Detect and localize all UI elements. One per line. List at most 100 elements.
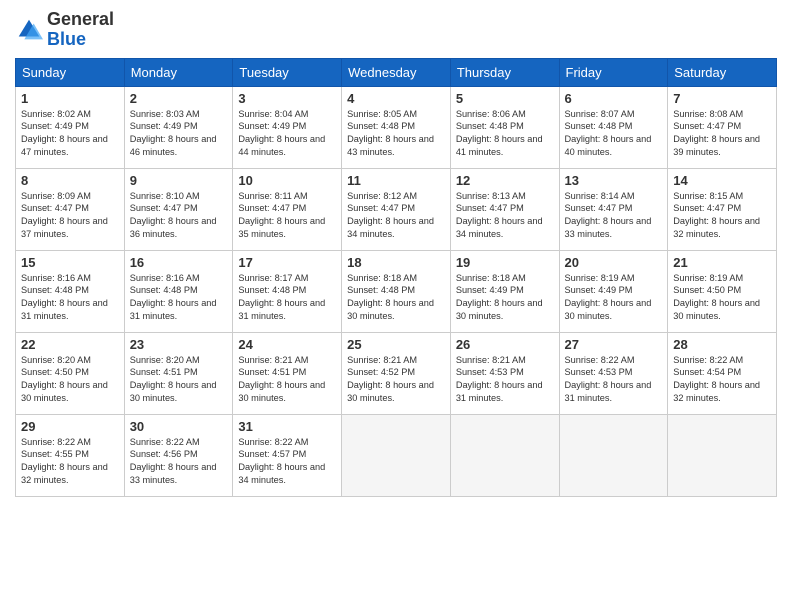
day-number: 22 (21, 337, 119, 352)
calendar-week-5: 29 Sunrise: 8:22 AM Sunset: 4:55 PM Dayl… (16, 414, 777, 496)
day-info: Sunrise: 8:20 AM Sunset: 4:51 PM Dayligh… (130, 354, 228, 406)
day-number: 5 (456, 91, 554, 106)
day-header-tuesday: Tuesday (233, 58, 342, 86)
day-header-monday: Monday (124, 58, 233, 86)
calendar-cell: 12 Sunrise: 8:13 AM Sunset: 4:47 PM Dayl… (450, 168, 559, 250)
day-info: Sunrise: 8:06 AM Sunset: 4:48 PM Dayligh… (456, 108, 554, 160)
day-info: Sunrise: 8:22 AM Sunset: 4:56 PM Dayligh… (130, 436, 228, 488)
calendar-cell (450, 414, 559, 496)
calendar-cell: 7 Sunrise: 8:08 AM Sunset: 4:47 PM Dayli… (668, 86, 777, 168)
day-number: 4 (347, 91, 445, 106)
day-number: 30 (130, 419, 228, 434)
day-number: 18 (347, 255, 445, 270)
day-header-saturday: Saturday (668, 58, 777, 86)
calendar-cell: 17 Sunrise: 8:17 AM Sunset: 4:48 PM Dayl… (233, 250, 342, 332)
day-header-thursday: Thursday (450, 58, 559, 86)
day-info: Sunrise: 8:15 AM Sunset: 4:47 PM Dayligh… (673, 190, 771, 242)
day-info: Sunrise: 8:22 AM Sunset: 4:54 PM Dayligh… (673, 354, 771, 406)
calendar-table: SundayMondayTuesdayWednesdayThursdayFrid… (15, 58, 777, 497)
day-number: 23 (130, 337, 228, 352)
logo: General Blue (15, 10, 114, 50)
logo-icon (15, 16, 43, 44)
day-info: Sunrise: 8:10 AM Sunset: 4:47 PM Dayligh… (130, 190, 228, 242)
day-number: 28 (673, 337, 771, 352)
day-number: 31 (238, 419, 336, 434)
day-number: 9 (130, 173, 228, 188)
calendar-cell: 5 Sunrise: 8:06 AM Sunset: 4:48 PM Dayli… (450, 86, 559, 168)
day-number: 11 (347, 173, 445, 188)
day-header-sunday: Sunday (16, 58, 125, 86)
page-container: General Blue SundayMondayTuesdayWednesda… (0, 0, 792, 507)
calendar-cell: 18 Sunrise: 8:18 AM Sunset: 4:48 PM Dayl… (342, 250, 451, 332)
calendar-cell: 10 Sunrise: 8:11 AM Sunset: 4:47 PM Dayl… (233, 168, 342, 250)
logo-text-blue: Blue (47, 30, 114, 50)
day-info: Sunrise: 8:22 AM Sunset: 4:55 PM Dayligh… (21, 436, 119, 488)
day-info: Sunrise: 8:18 AM Sunset: 4:48 PM Dayligh… (347, 272, 445, 324)
day-number: 8 (21, 173, 119, 188)
day-info: Sunrise: 8:12 AM Sunset: 4:47 PM Dayligh… (347, 190, 445, 242)
day-info: Sunrise: 8:16 AM Sunset: 4:48 PM Dayligh… (130, 272, 228, 324)
day-number: 24 (238, 337, 336, 352)
calendar-cell: 9 Sunrise: 8:10 AM Sunset: 4:47 PM Dayli… (124, 168, 233, 250)
calendar-week-1: 1 Sunrise: 8:02 AM Sunset: 4:49 PM Dayli… (16, 86, 777, 168)
calendar-cell: 26 Sunrise: 8:21 AM Sunset: 4:53 PM Dayl… (450, 332, 559, 414)
day-info: Sunrise: 8:09 AM Sunset: 4:47 PM Dayligh… (21, 190, 119, 242)
day-number: 1 (21, 91, 119, 106)
header-section: General Blue (15, 10, 777, 50)
day-info: Sunrise: 8:19 AM Sunset: 4:49 PM Dayligh… (565, 272, 663, 324)
day-number: 3 (238, 91, 336, 106)
calendar-cell: 23 Sunrise: 8:20 AM Sunset: 4:51 PM Dayl… (124, 332, 233, 414)
day-number: 17 (238, 255, 336, 270)
calendar-cell: 2 Sunrise: 8:03 AM Sunset: 4:49 PM Dayli… (124, 86, 233, 168)
calendar-cell: 6 Sunrise: 8:07 AM Sunset: 4:48 PM Dayli… (559, 86, 668, 168)
day-info: Sunrise: 8:19 AM Sunset: 4:50 PM Dayligh… (673, 272, 771, 324)
calendar-cell (559, 414, 668, 496)
day-number: 10 (238, 173, 336, 188)
day-number: 15 (21, 255, 119, 270)
day-info: Sunrise: 8:18 AM Sunset: 4:49 PM Dayligh… (456, 272, 554, 324)
logo-text-general: General (47, 10, 114, 30)
calendar-cell: 28 Sunrise: 8:22 AM Sunset: 4:54 PM Dayl… (668, 332, 777, 414)
calendar-cell: 21 Sunrise: 8:19 AM Sunset: 4:50 PM Dayl… (668, 250, 777, 332)
day-number: 19 (456, 255, 554, 270)
day-number: 16 (130, 255, 228, 270)
day-number: 21 (673, 255, 771, 270)
day-info: Sunrise: 8:07 AM Sunset: 4:48 PM Dayligh… (565, 108, 663, 160)
calendar-cell: 24 Sunrise: 8:21 AM Sunset: 4:51 PM Dayl… (233, 332, 342, 414)
day-info: Sunrise: 8:11 AM Sunset: 4:47 PM Dayligh… (238, 190, 336, 242)
day-number: 25 (347, 337, 445, 352)
calendar-cell: 16 Sunrise: 8:16 AM Sunset: 4:48 PM Dayl… (124, 250, 233, 332)
calendar-cell: 11 Sunrise: 8:12 AM Sunset: 4:47 PM Dayl… (342, 168, 451, 250)
day-info: Sunrise: 8:21 AM Sunset: 4:53 PM Dayligh… (456, 354, 554, 406)
calendar-cell: 29 Sunrise: 8:22 AM Sunset: 4:55 PM Dayl… (16, 414, 125, 496)
calendar-week-3: 15 Sunrise: 8:16 AM Sunset: 4:48 PM Dayl… (16, 250, 777, 332)
calendar-cell: 3 Sunrise: 8:04 AM Sunset: 4:49 PM Dayli… (233, 86, 342, 168)
day-info: Sunrise: 8:05 AM Sunset: 4:48 PM Dayligh… (347, 108, 445, 160)
calendar-week-4: 22 Sunrise: 8:20 AM Sunset: 4:50 PM Dayl… (16, 332, 777, 414)
day-info: Sunrise: 8:21 AM Sunset: 4:51 PM Dayligh… (238, 354, 336, 406)
day-info: Sunrise: 8:13 AM Sunset: 4:47 PM Dayligh… (456, 190, 554, 242)
calendar-cell (342, 414, 451, 496)
calendar-cell: 19 Sunrise: 8:18 AM Sunset: 4:49 PM Dayl… (450, 250, 559, 332)
calendar-cell: 30 Sunrise: 8:22 AM Sunset: 4:56 PM Dayl… (124, 414, 233, 496)
day-number: 7 (673, 91, 771, 106)
calendar-cell: 13 Sunrise: 8:14 AM Sunset: 4:47 PM Dayl… (559, 168, 668, 250)
day-info: Sunrise: 8:14 AM Sunset: 4:47 PM Dayligh… (565, 190, 663, 242)
day-header-friday: Friday (559, 58, 668, 86)
day-info: Sunrise: 8:21 AM Sunset: 4:52 PM Dayligh… (347, 354, 445, 406)
day-number: 27 (565, 337, 663, 352)
calendar-cell: 31 Sunrise: 8:22 AM Sunset: 4:57 PM Dayl… (233, 414, 342, 496)
day-info: Sunrise: 8:16 AM Sunset: 4:48 PM Dayligh… (21, 272, 119, 324)
calendar-cell: 8 Sunrise: 8:09 AM Sunset: 4:47 PM Dayli… (16, 168, 125, 250)
day-number: 2 (130, 91, 228, 106)
day-number: 6 (565, 91, 663, 106)
calendar-cell: 25 Sunrise: 8:21 AM Sunset: 4:52 PM Dayl… (342, 332, 451, 414)
day-info: Sunrise: 8:22 AM Sunset: 4:53 PM Dayligh… (565, 354, 663, 406)
day-number: 13 (565, 173, 663, 188)
calendar-header-row: SundayMondayTuesdayWednesdayThursdayFrid… (16, 58, 777, 86)
calendar-cell: 27 Sunrise: 8:22 AM Sunset: 4:53 PM Dayl… (559, 332, 668, 414)
calendar-cell: 1 Sunrise: 8:02 AM Sunset: 4:49 PM Dayli… (16, 86, 125, 168)
day-info: Sunrise: 8:17 AM Sunset: 4:48 PM Dayligh… (238, 272, 336, 324)
day-info: Sunrise: 8:03 AM Sunset: 4:49 PM Dayligh… (130, 108, 228, 160)
day-info: Sunrise: 8:04 AM Sunset: 4:49 PM Dayligh… (238, 108, 336, 160)
